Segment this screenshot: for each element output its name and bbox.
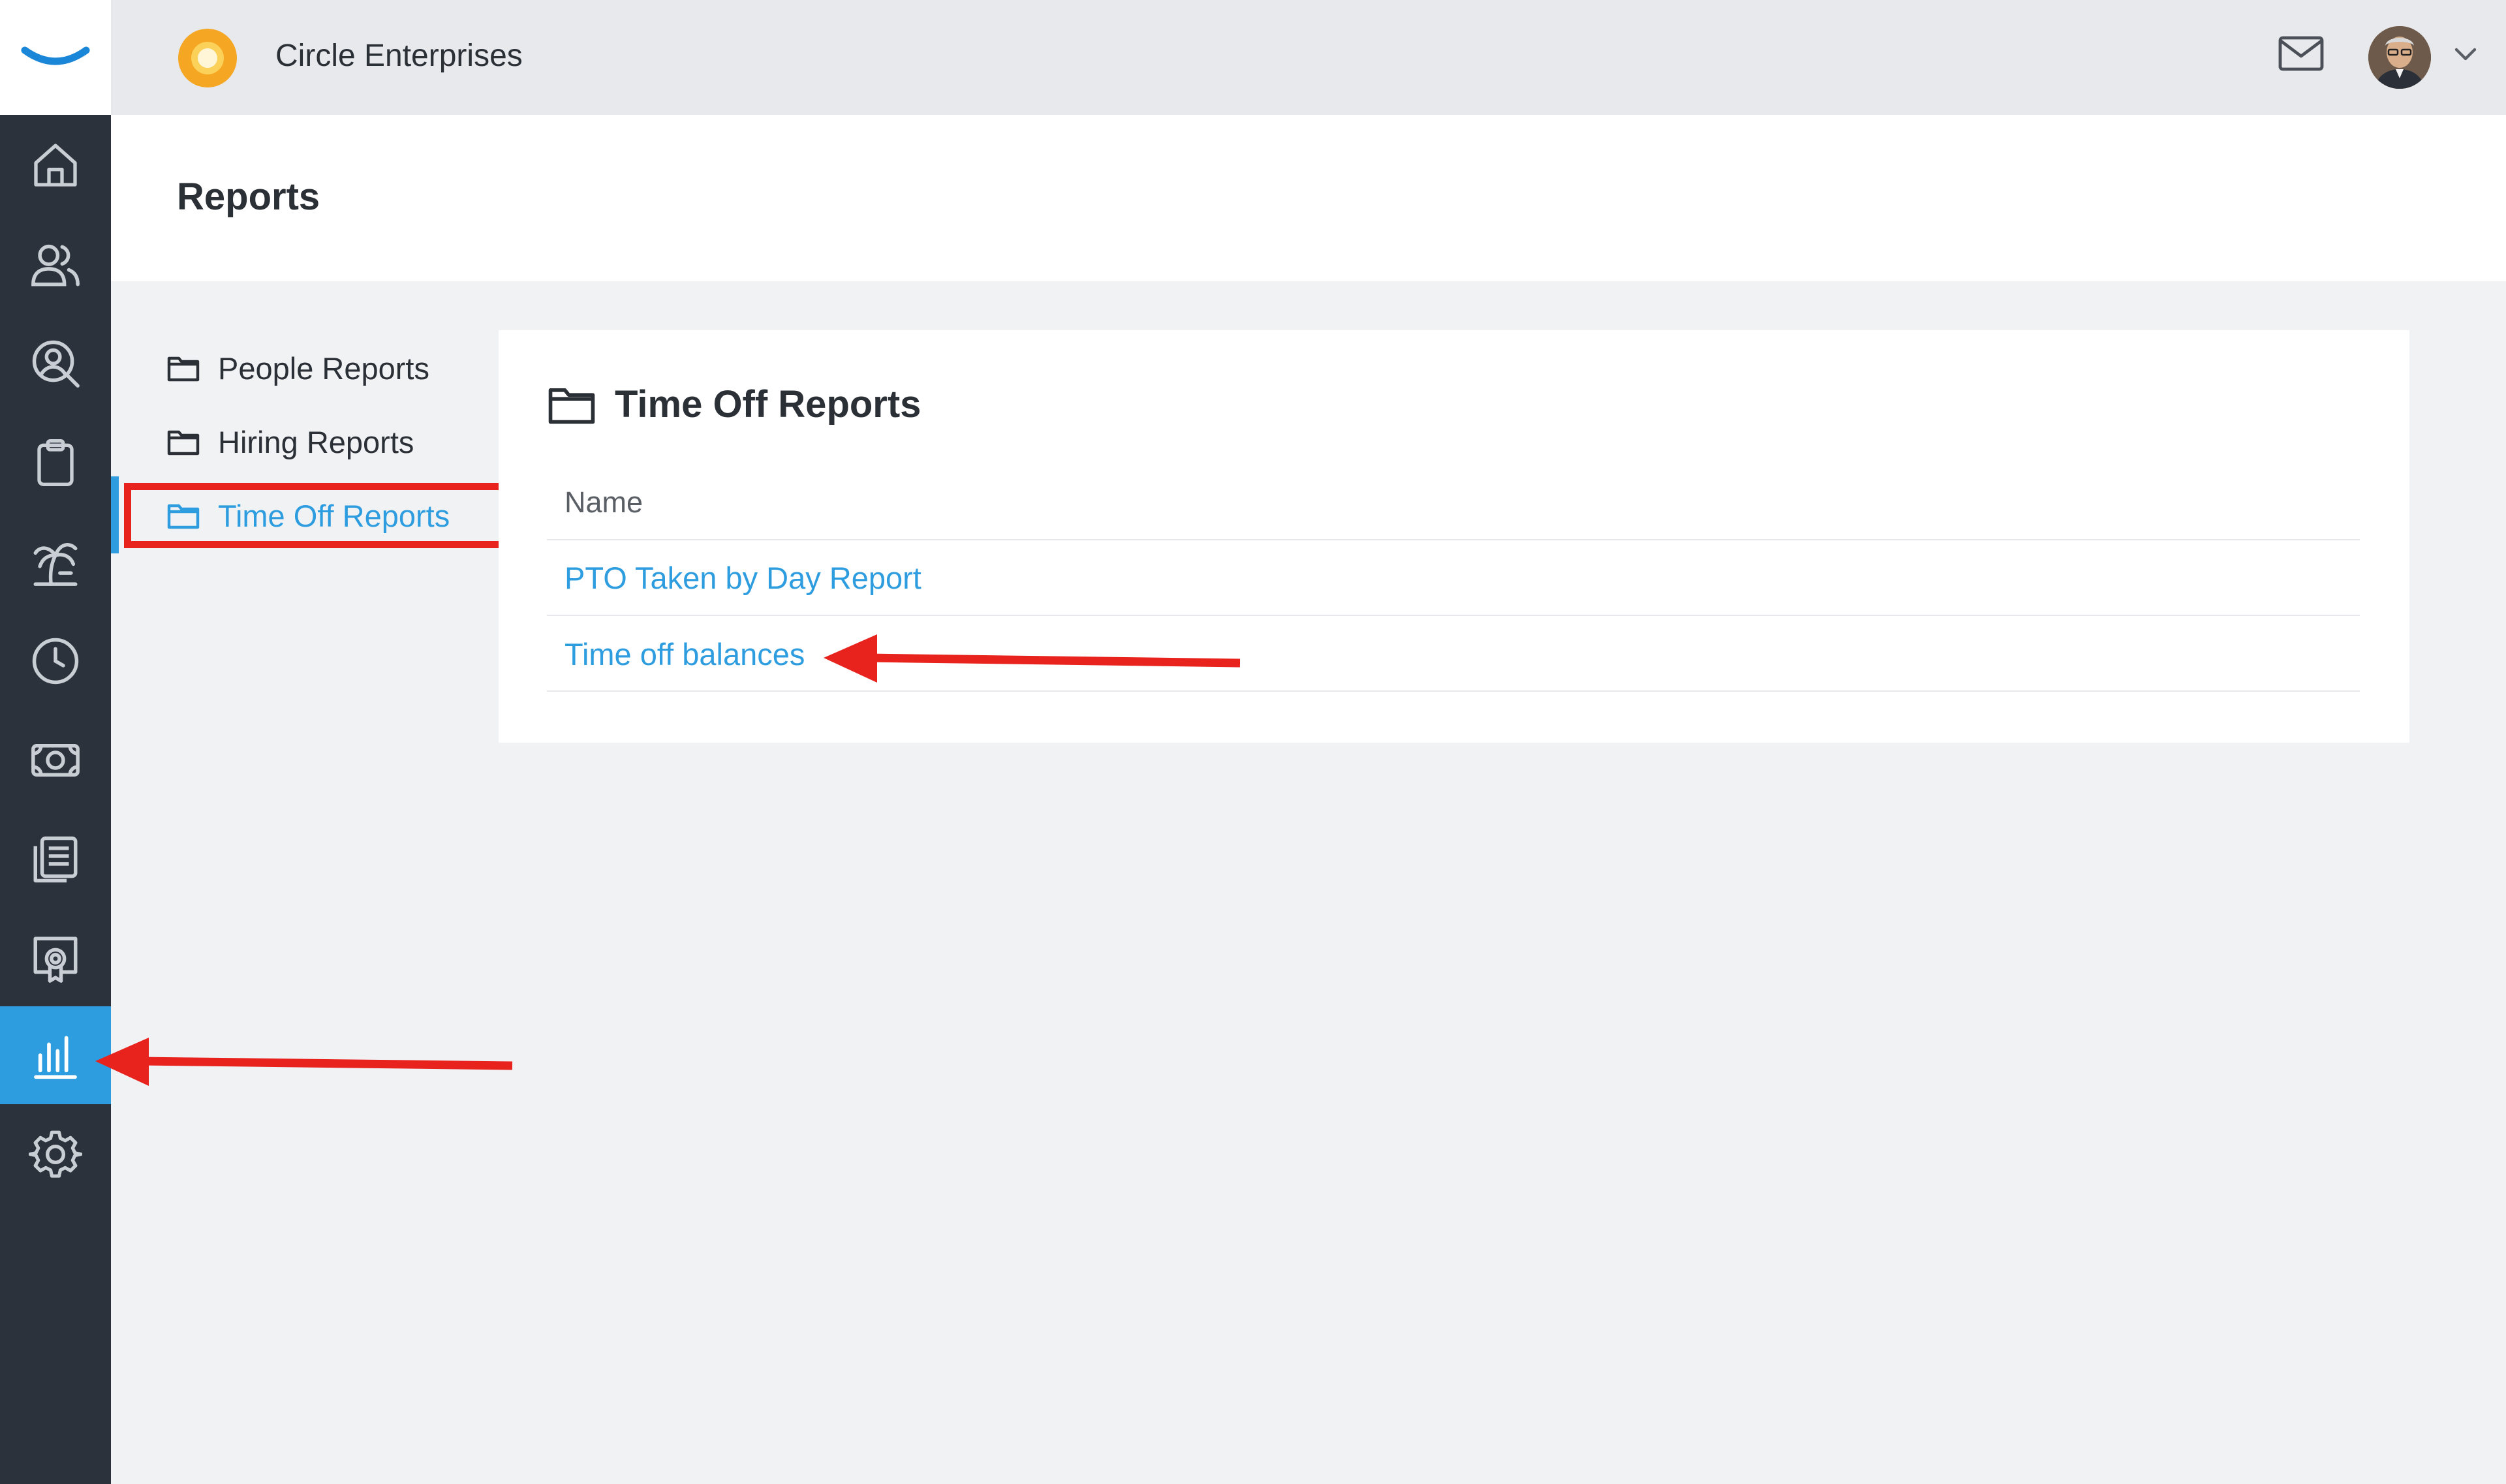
nav-rail xyxy=(0,0,111,1484)
report-link-time-off-balances[interactable]: Time off balances xyxy=(565,636,805,672)
money-icon xyxy=(31,744,80,777)
clock-icon xyxy=(32,638,79,685)
panel-header: Time Off Reports xyxy=(547,382,921,426)
bar-chart-icon xyxy=(34,1036,77,1079)
folder-label: Hiring Reports xyxy=(218,424,414,459)
company-logo-circle-icon xyxy=(178,29,237,87)
folder-people-reports[interactable]: People Reports xyxy=(124,332,496,404)
user-avatar[interactable] xyxy=(2368,26,2431,89)
brand-smile-icon xyxy=(21,46,90,65)
nav-item-settings[interactable] xyxy=(0,1105,111,1203)
nav-item-hiring[interactable] xyxy=(0,315,111,412)
people-icon xyxy=(31,244,80,286)
page-header: Reports xyxy=(111,115,2506,281)
gear-icon xyxy=(29,1130,82,1178)
home-icon xyxy=(34,144,77,187)
nav-item-reports[interactable] xyxy=(0,1006,111,1104)
nav-item-documents[interactable] xyxy=(0,811,111,908)
search-person-icon xyxy=(32,340,80,388)
folder-icon xyxy=(167,504,200,529)
top-bar: Circle Enterprises xyxy=(111,0,2506,115)
nav-item-payroll[interactable] xyxy=(0,711,111,809)
palm-tree-icon xyxy=(33,543,78,586)
company-name: Circle Enterprises xyxy=(275,39,523,73)
folder-icon xyxy=(167,430,200,456)
clipboard-icon xyxy=(37,439,74,486)
nav-item-home[interactable] xyxy=(0,116,111,214)
avatar-portrait xyxy=(2368,26,2431,89)
folder-icon xyxy=(548,388,595,424)
annotation-arrow-reports-nav xyxy=(95,1038,513,1086)
folder-icon xyxy=(167,356,200,382)
nav-item-people[interactable] xyxy=(0,215,111,313)
row-divider xyxy=(547,615,2360,616)
mail-icon xyxy=(2278,36,2324,71)
brand-logo[interactable] xyxy=(0,0,111,115)
folder-label: People Reports xyxy=(218,350,429,386)
folder-time-off-reports[interactable]: Time Off Reports xyxy=(124,480,496,551)
messages-button[interactable] xyxy=(2278,34,2325,73)
panel-title: Time Off Reports xyxy=(615,383,921,425)
nav-item-onboarding[interactable] xyxy=(0,414,111,512)
row-divider xyxy=(547,539,2360,540)
nav-item-training[interactable] xyxy=(0,910,111,1008)
reports-panel: Time Off Reports Name PTO Taken by Day R… xyxy=(499,330,2409,743)
nav-item-time-tracking[interactable] xyxy=(0,612,111,710)
folder-label: Time Off Reports xyxy=(218,498,450,533)
active-folder-indicator xyxy=(111,476,119,553)
documents-icon xyxy=(33,836,78,883)
column-header-name[interactable]: Name xyxy=(565,486,643,519)
page-title: Reports xyxy=(177,176,320,218)
nav-item-time-off[interactable] xyxy=(0,513,111,611)
certificate-icon xyxy=(33,936,78,983)
row-divider xyxy=(547,690,2360,692)
folder-hiring-reports[interactable]: Hiring Reports xyxy=(124,406,496,478)
report-link-pto-taken-by-day[interactable]: PTO Taken by Day Report xyxy=(565,560,921,596)
chevron-down-icon[interactable] xyxy=(2454,47,2477,63)
